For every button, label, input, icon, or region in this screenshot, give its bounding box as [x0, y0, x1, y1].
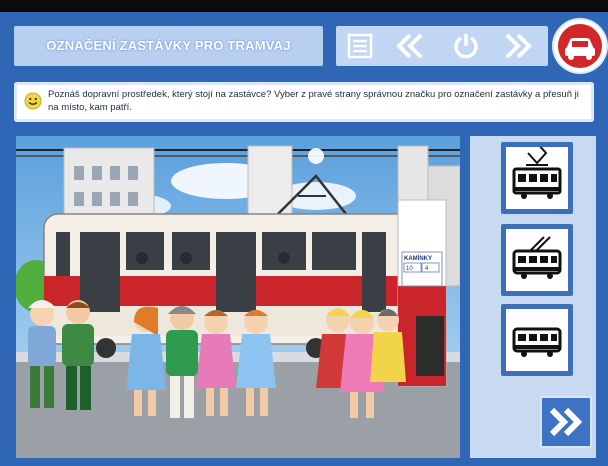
tram-stop-scene: KAMÍNKY 10 4 — [16, 136, 460, 458]
scene-illustration: KAMÍNKY 10 4 — [16, 136, 460, 458]
restart-icon[interactable] — [450, 30, 482, 62]
top-border — [0, 0, 608, 12]
trolleybus-sign-icon — [512, 236, 562, 279]
car-button[interactable] — [554, 20, 606, 72]
sign-tram[interactable] — [501, 142, 573, 214]
app-window: OZNAČENÍ ZASTÁVKY PRO TRAMVAJ Poznáš dop… — [0, 0, 608, 466]
car-button-face — [558, 24, 602, 68]
bus-sign-icon — [512, 327, 562, 357]
toolbar — [336, 26, 548, 66]
next-button[interactable] — [540, 396, 592, 448]
smiley-icon — [24, 92, 42, 110]
back-double-chevron-icon[interactable] — [394, 30, 426, 62]
stop-board-line-1: 10 — [406, 266, 413, 272]
sign-trolleybus-face — [506, 229, 568, 291]
title-panel: OZNAČENÍ ZASTÁVKY PRO TRAMVAJ — [14, 26, 323, 66]
instruction-panel: Poznáš dopravní prostředek, který stojí … — [14, 82, 594, 122]
menu-icon[interactable] — [344, 30, 376, 62]
forward-double-chevron-icon[interactable] — [502, 30, 534, 62]
car-icon — [565, 38, 595, 60]
page-title: OZNAČENÍ ZASTÁVKY PRO TRAMVAJ — [46, 38, 291, 53]
next-double-chevron-icon — [549, 407, 583, 437]
tram-sign-icon — [512, 147, 562, 199]
sign-bus-face — [506, 309, 568, 371]
sign-trolleybus[interactable] — [501, 224, 573, 296]
stop-board-title: KAMÍNKY — [404, 254, 432, 262]
instruction-text: Poznáš dopravní prostředek, který stojí … — [48, 89, 579, 113]
sign-bus[interactable] — [501, 304, 573, 376]
sign-tram-face — [506, 147, 568, 209]
